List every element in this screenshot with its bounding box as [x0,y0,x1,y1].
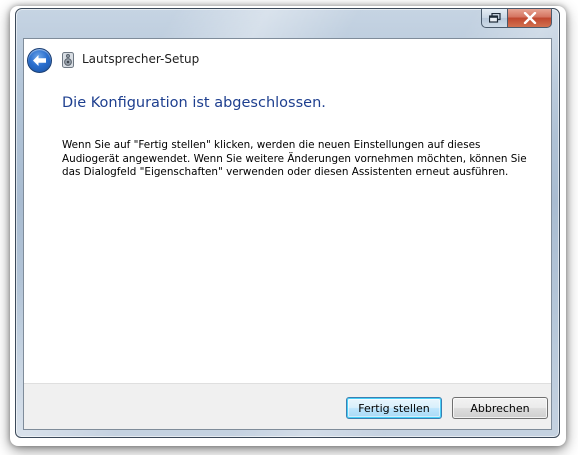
page-heading: Die Konfiguration ist abgeschlossen. [62,95,326,111]
wizard-footer: Fertig stellen Abbrechen [24,383,551,429]
restore-button[interactable] [481,8,507,28]
back-button[interactable] [27,48,52,73]
finish-button[interactable]: Fertig stellen [346,397,442,419]
wizard-page: Die Konfiguration ist abgeschlossen. Wen… [24,81,551,384]
wizard-header: Lautsprecher-Setup [24,39,551,81]
caption-buttons [481,8,552,28]
page-description: Wenn Sie auf "Fertig stellen" klicken, w… [62,139,527,178]
restore-icon [488,13,501,23]
close-icon [523,12,536,24]
speaker-icon [62,52,74,68]
wizard-window: Lautsprecher-Setup Die Konfiguration ist… [15,8,560,438]
cancel-button[interactable]: Abbrechen [452,397,548,419]
window-title: Lautsprecher-Setup [82,52,200,66]
back-arrow-icon [33,55,46,66]
client-area: Lautsprecher-Setup Die Konfiguration ist… [23,38,552,430]
close-button[interactable] [507,8,552,28]
